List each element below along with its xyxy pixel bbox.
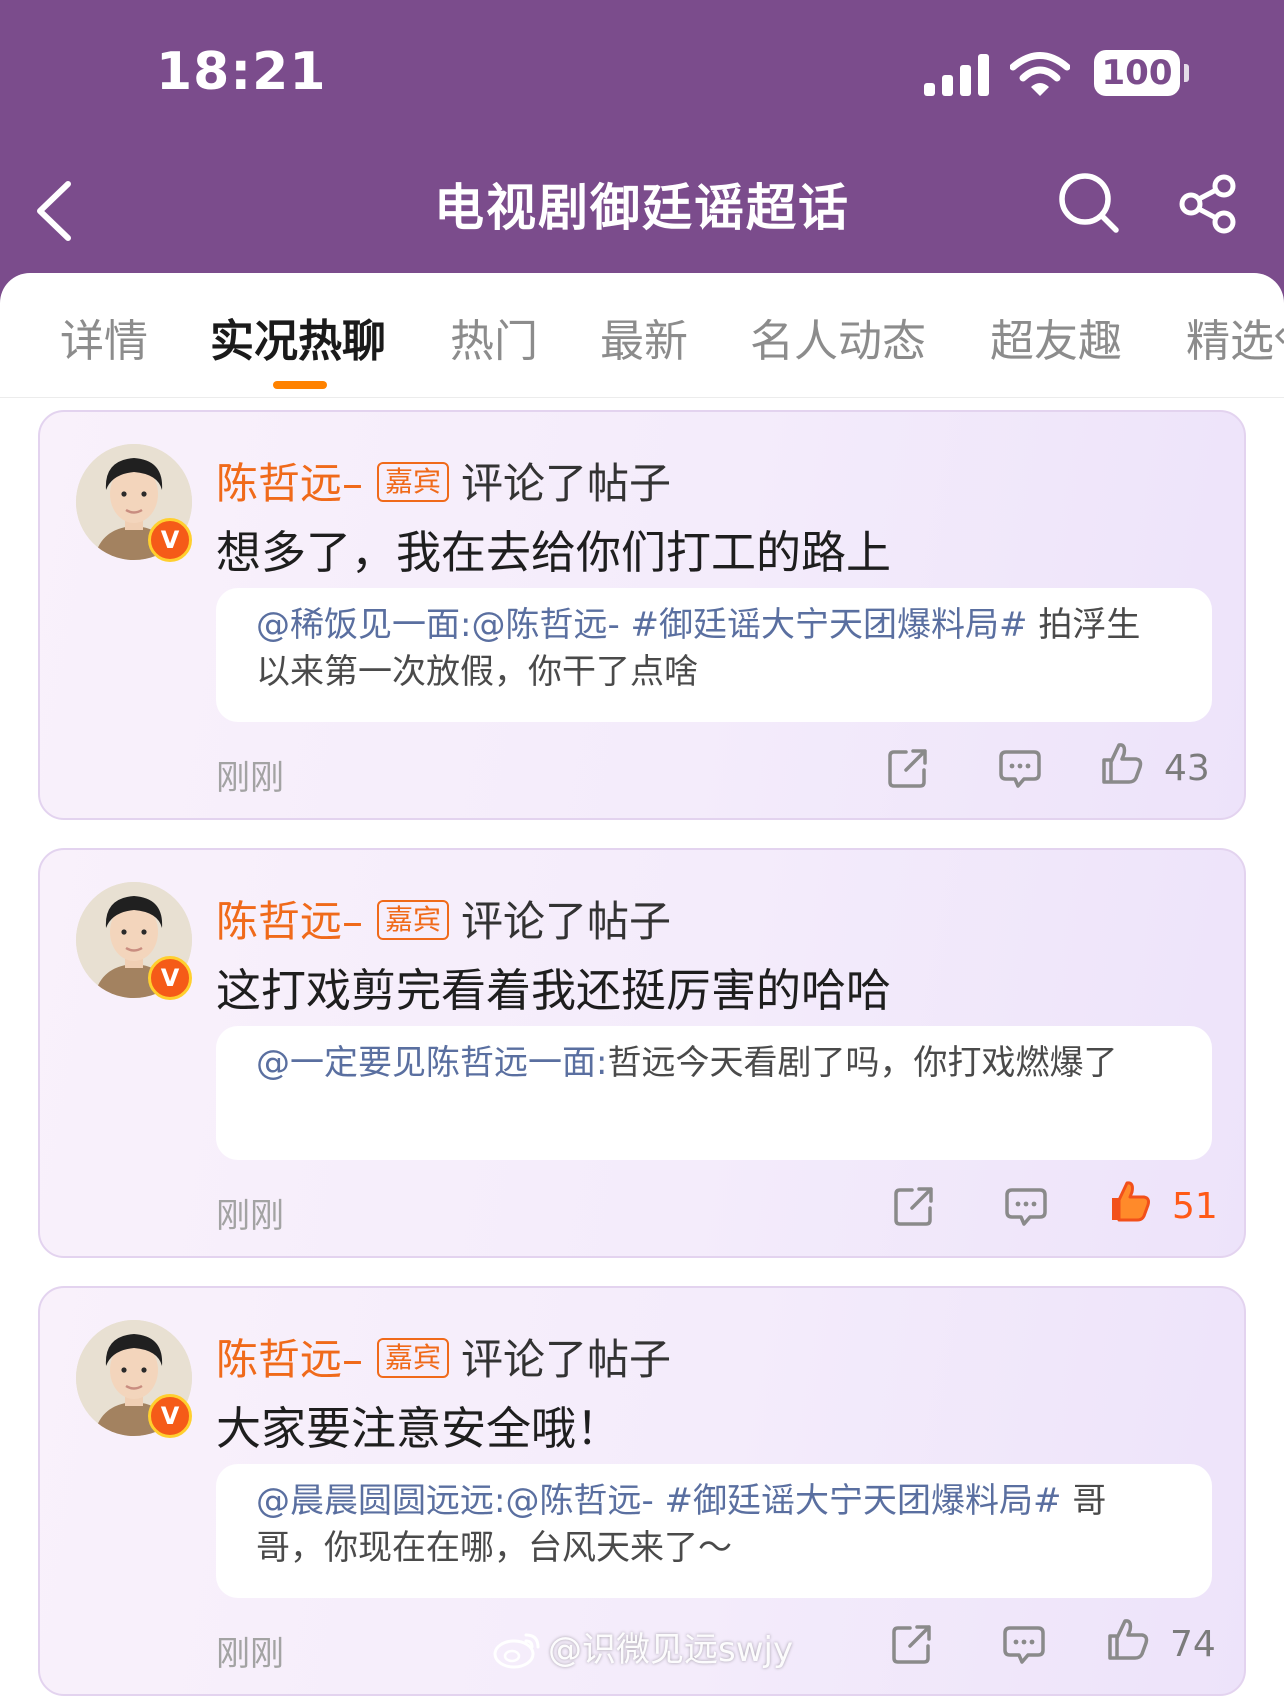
action-text: 评论了帖子	[461, 1335, 672, 1384]
quoted-post[interactable]: @一定要见陈哲远一面:哲远今天看剧了吗，你打戏燃爆了	[216, 1026, 1212, 1160]
comment-icon[interactable]	[1004, 1184, 1048, 1228]
nav-header: 电视剧御廷谣超话	[0, 150, 1284, 275]
chevron-left-icon	[1274, 327, 1284, 345]
like-count: 74	[1170, 1624, 1216, 1665]
status-time: 18:21	[156, 42, 327, 102]
active-tab-indicator	[273, 381, 327, 389]
guest-badge: 嘉宾	[377, 900, 450, 940]
post-card[interactable]: V 陈哲远– 嘉宾 评论了帖子 想多了，我在去给你们打工的路上 @稀饭见一面:@陈哲…	[38, 410, 1246, 820]
quote-mention-link[interactable]: @陈哲远- #御廷谣大宁天团爆料局#	[471, 605, 1027, 645]
comment-icon[interactable]	[1002, 1622, 1046, 1666]
watermark-text: @识微见远swjy	[548, 1630, 794, 1670]
comment-text: 想多了，我在去给你们打工的路上	[216, 526, 892, 579]
post-time: 刚刚	[216, 1196, 284, 1236]
post-card[interactable]: V 陈哲远– 嘉宾 评论了帖子 这打戏剪完看着我还挺厉害的哈哈 @一定要见陈哲远一面…	[38, 848, 1246, 1258]
verified-icon: V	[148, 1394, 192, 1438]
comment-text: 大家要注意安全哦！	[216, 1402, 622, 1455]
repost-icon[interactable]	[892, 1184, 936, 1228]
guest-badge: 嘉宾	[377, 1338, 450, 1378]
tab-hot[interactable]: 热门	[450, 305, 538, 369]
author-name[interactable]: 陈哲远–	[216, 897, 363, 946]
action-text: 评论了帖子	[461, 459, 672, 508]
quoted-post[interactable]: @稀饭见一面:@陈哲远- #御廷谣大宁天团爆料局# 拍浮生以来第一次放假，你干了…	[216, 588, 1212, 722]
post-header: 陈哲远– 嘉宾 评论了帖子	[216, 1326, 671, 1387]
quote-mention-link[interactable]: @陈哲远- #御廷谣大宁天团爆料局#	[505, 1481, 1061, 1521]
tab-details[interactable]: 详情	[60, 305, 148, 369]
battery-tip	[1184, 64, 1189, 82]
watermark: @识微见远swjy	[492, 1622, 793, 1671]
author-name[interactable]: 陈哲远–	[216, 459, 363, 508]
like-count: 51	[1172, 1186, 1218, 1227]
tab-fun[interactable]: 超友趣	[990, 305, 1122, 369]
verified-icon: V	[148, 518, 192, 562]
quote-text: 哲远今天看剧了吗，你打戏燃爆了	[607, 1043, 1118, 1083]
action-text: 评论了帖子	[461, 897, 672, 946]
post-time: 刚刚	[216, 1634, 284, 1674]
like-count: 43	[1164, 748, 1210, 789]
cellular-signal-icon	[924, 54, 990, 96]
repost-icon[interactable]	[890, 1622, 934, 1666]
status-bar: 18:21 100	[0, 0, 1284, 150]
wifi-icon	[1010, 52, 1070, 96]
quote-user-link[interactable]: @晨晨圆圆远远:	[256, 1481, 505, 1521]
tab-celebrity-updates[interactable]: 名人动态	[750, 305, 926, 369]
weibo-logo-icon	[493, 1633, 540, 1669]
quote-user-link[interactable]: @一定要见陈哲远一面:	[256, 1043, 607, 1083]
battery-indicator: 100	[1094, 50, 1180, 96]
tab-featured[interactable]: 精选	[1186, 305, 1274, 369]
tab-bar: 详情 实况热聊 热门 最新 名人动态 超友趣 精选	[0, 273, 1284, 398]
battery-level: 100	[1101, 53, 1173, 93]
guest-badge: 嘉宾	[377, 462, 450, 502]
share-icon[interactable]	[1176, 172, 1240, 236]
post-time: 刚刚	[216, 758, 284, 798]
tab-latest[interactable]: 最新	[600, 305, 688, 369]
post-header: 陈哲远– 嘉宾 评论了帖子	[216, 888, 671, 949]
search-icon[interactable]	[1056, 170, 1122, 236]
verified-icon: V	[148, 956, 192, 1000]
quote-user-link[interactable]: @稀饭见一面:	[256, 605, 471, 645]
comment-text: 这打戏剪完看着我还挺厉害的哈哈	[216, 964, 892, 1017]
like-icon[interactable]	[1108, 1178, 1152, 1224]
post-header: 陈哲远– 嘉宾 评论了帖子	[216, 450, 671, 511]
quoted-post[interactable]: @晨晨圆圆远远:@陈哲远- #御廷谣大宁天团爆料局# 哥哥，你现在在哪，台风天来…	[216, 1464, 1212, 1598]
comment-icon[interactable]	[998, 746, 1042, 790]
tab-live-chat[interactable]: 实况热聊	[210, 305, 386, 369]
repost-icon[interactable]	[886, 746, 930, 790]
author-name[interactable]: 陈哲远–	[216, 1335, 363, 1384]
like-icon[interactable]	[1100, 740, 1144, 786]
like-icon[interactable]	[1106, 1616, 1150, 1662]
